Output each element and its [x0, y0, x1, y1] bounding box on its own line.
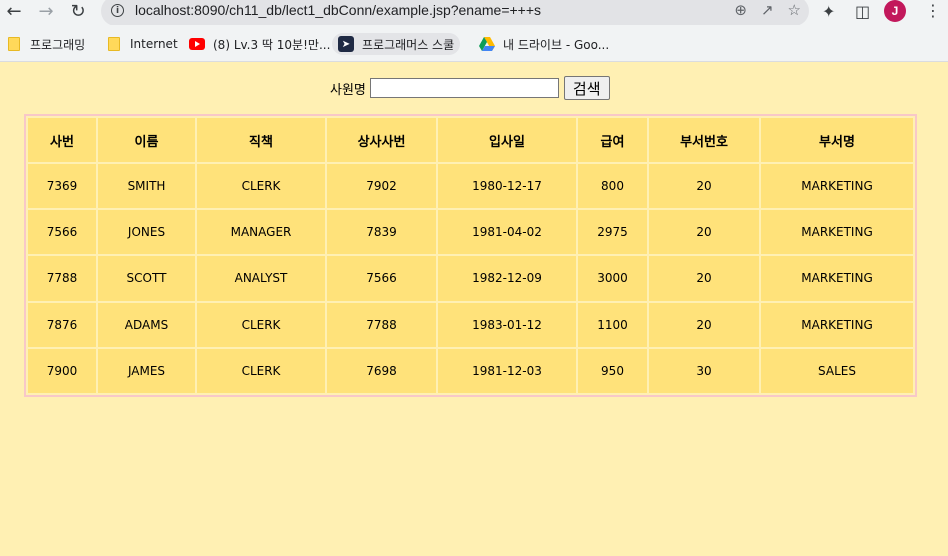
- bookmark-label: Internet: [130, 37, 178, 51]
- table-cell: 7788: [327, 302, 436, 347]
- table-cell: 800: [578, 164, 647, 209]
- google-drive-icon: [479, 37, 495, 51]
- youtube-icon: [189, 38, 205, 50]
- search-form: 사원명 검색: [330, 76, 610, 100]
- side-panel-icon[interactable]: ◫: [855, 2, 870, 21]
- menu-icon[interactable]: ⋮: [925, 1, 941, 20]
- table-cell: 1983-01-12: [438, 302, 576, 347]
- reload-icon[interactable]: ↻: [66, 0, 90, 24]
- folder-icon: [8, 37, 20, 51]
- forward-icon[interactable]: →: [34, 0, 58, 24]
- table-row: 7566 JONES MANAGER 7839 1981-04-02 2975 20 MARK…: [28, 210, 913, 255]
- header-cell: 부서명: [761, 118, 913, 162]
- table-cell: CLERK: [197, 164, 325, 209]
- search-label: 사원명: [330, 82, 366, 98]
- table-cell: 20: [649, 164, 759, 209]
- employee-table: 사번 이름 직책 상사사번 입사일 급여 부서번호 부서명 7369 SMITH C…: [24, 114, 917, 397]
- table-cell: 7698: [327, 348, 436, 393]
- table-cell: 20: [649, 210, 759, 255]
- table-cell: MARKETING: [761, 164, 913, 209]
- zoom-icon[interactable]: ⊕: [734, 1, 747, 19]
- table-cell: 1982-12-09: [438, 256, 576, 301]
- table-cell: MANAGER: [197, 210, 325, 255]
- site-info-icon[interactable]: i: [111, 4, 124, 17]
- avatar[interactable]: J: [884, 0, 906, 22]
- extensions-icon[interactable]: ✦: [822, 2, 835, 21]
- bookmark-youtube[interactable]: (8) Lv.3 딱 10분!만...: [189, 33, 330, 55]
- table-row: 7369 SMITH CLERK 7902 1980-12-17 800 20 MARKETI…: [28, 164, 913, 209]
- header-cell: 직책: [197, 118, 325, 162]
- table-row: 7876 ADAMS CLERK 7788 1983-01-12 1100 20 MARKET…: [28, 302, 913, 347]
- browser-toolbar: ← → ↻ i localhost:8090/ch11_db/lect1_dbC…: [0, 0, 948, 26]
- url-text[interactable]: localhost:8090/ch11_db/lect1_dbConn/exam…: [135, 2, 541, 18]
- table-cell: ANALYST: [197, 256, 325, 301]
- bookmark-google-drive[interactable]: 내 드라이브 - Goo...: [479, 33, 609, 55]
- table-cell: 7902: [327, 164, 436, 209]
- table-cell: SMITH: [98, 164, 195, 209]
- header-cell: 부서번호: [649, 118, 759, 162]
- table-cell: 950: [578, 348, 647, 393]
- bookmark-programmers[interactable]: ➤ 프로그래머스 스쿨: [332, 33, 461, 55]
- bookmark-programming[interactable]: 프로그래밍: [8, 33, 85, 55]
- table-cell: MARKETING: [761, 302, 913, 347]
- table-cell: 20: [649, 302, 759, 347]
- bookmark-star-icon[interactable]: ☆: [788, 1, 801, 19]
- table-cell: 7788: [28, 256, 96, 301]
- table-cell: 1100: [578, 302, 647, 347]
- table-cell: 20: [649, 256, 759, 301]
- table-cell: MARKETING: [761, 210, 913, 255]
- table-cell: 3000: [578, 256, 647, 301]
- table-cell: 7900: [28, 348, 96, 393]
- table-cell: 1981-12-03: [438, 348, 576, 393]
- table-cell: SALES: [761, 348, 913, 393]
- table-row: 7788 SCOTT ANALYST 7566 1982-12-09 3000 20 MARK…: [28, 256, 913, 301]
- bookmark-label: (8) Lv.3 딱 10분!만...: [213, 37, 331, 52]
- table-cell: 7876: [28, 302, 96, 347]
- header-cell: 입사일: [438, 118, 576, 162]
- table-cell: JAMES: [98, 348, 195, 393]
- table-cell: MARKETING: [761, 256, 913, 301]
- table-cell: JONES: [98, 210, 195, 255]
- table-cell: CLERK: [197, 348, 325, 393]
- header-cell: 이름: [98, 118, 195, 162]
- bookmark-label: 프로그래밍: [30, 37, 86, 52]
- folder-icon: [108, 37, 120, 51]
- table-row: 7900 JAMES CLERK 7698 1981-12-03 950 30 SALES: [28, 348, 913, 393]
- table-cell: CLERK: [197, 302, 325, 347]
- header-cell: 급여: [578, 118, 647, 162]
- search-button[interactable]: 검색: [563, 76, 610, 100]
- table-cell: 2975: [578, 210, 647, 255]
- back-icon[interactable]: ←: [2, 0, 26, 24]
- share-icon[interactable]: ↗: [761, 1, 774, 19]
- table-cell: SCOTT: [98, 256, 195, 301]
- table-cell: 7566: [327, 256, 436, 301]
- header-cell: 상사사번: [327, 118, 436, 162]
- table-cell: ADAMS: [98, 302, 195, 347]
- bookmarks-bar: 프로그래밍 Internet (8) Lv.3 딱 10분!만... ➤ 프로그…: [0, 25, 948, 62]
- table-cell: 30: [649, 348, 759, 393]
- table-cell: 1981-04-02: [438, 210, 576, 255]
- employee-name-input[interactable]: [369, 78, 559, 98]
- table-cell: 7566: [28, 210, 96, 255]
- table-cell: 1980-12-17: [438, 164, 576, 209]
- table-cell: 7369: [28, 164, 96, 209]
- table-cell: 7839: [327, 210, 436, 255]
- programmers-icon: ➤: [338, 36, 354, 52]
- bookmark-label: 프로그래머스 스쿨: [362, 37, 455, 52]
- bookmark-label: 내 드라이브 - Goo...: [503, 37, 610, 52]
- address-bar[interactable]: i localhost:8090/ch11_db/lect1_dbConn/ex…: [101, 0, 809, 26]
- header-cell: 사번: [28, 118, 96, 162]
- bookmark-internet[interactable]: Internet: [108, 33, 178, 55]
- table-header-row: 사번 이름 직책 상사사번 입사일 급여 부서번호 부서명: [28, 118, 913, 162]
